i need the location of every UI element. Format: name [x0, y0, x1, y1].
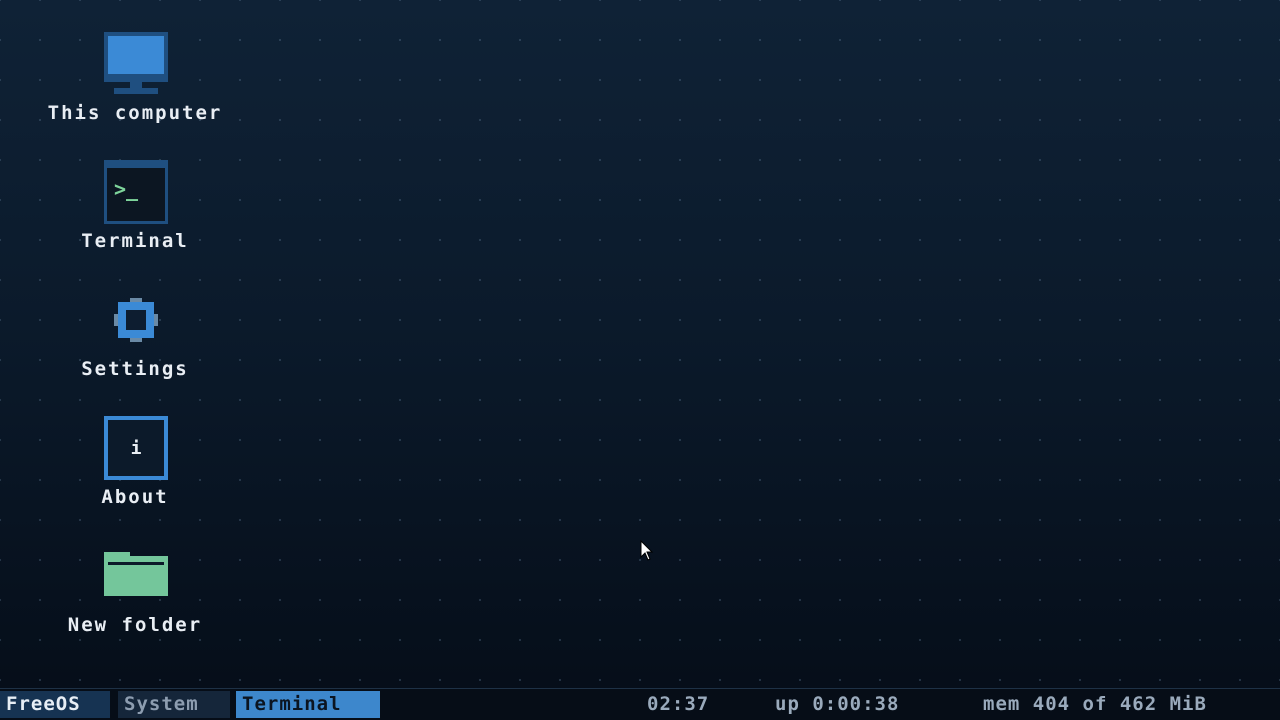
- gear-icon: [114, 298, 158, 342]
- desktop-icon-terminal[interactable]: >_ Terminal: [20, 160, 250, 270]
- monitor-icon: [104, 32, 168, 94]
- desktop-icon-label: This computer: [47, 102, 223, 124]
- desktop-icon-label: Settings: [81, 358, 189, 380]
- start-button[interactable]: FreeOS: [0, 691, 110, 718]
- mouse-cursor-icon: [640, 540, 654, 561]
- terminal-prompt-glyph: >_: [114, 177, 139, 201]
- desktop-icon-new-folder[interactable]: New folder: [20, 544, 250, 654]
- memory-readout: mem 404 of 462 MiB: [983, 693, 1207, 715]
- info-icon: i: [104, 416, 168, 480]
- desktop-icon-settings[interactable]: Settings: [20, 288, 250, 398]
- desktop-icon-label: About: [101, 486, 169, 508]
- info-glyph: i: [131, 438, 142, 459]
- taskbar-item-terminal[interactable]: Terminal: [236, 691, 380, 718]
- desktop-icon-about[interactable]: i About: [20, 416, 250, 526]
- taskbar-item-system[interactable]: System: [118, 691, 230, 718]
- terminal-icon: >_: [104, 160, 168, 224]
- uptime-readout: up 0:00:38: [775, 693, 900, 715]
- desktop-icon-label: New folder: [67, 614, 203, 636]
- desktop-icon-label: Terminal: [81, 230, 189, 252]
- desktop-icon-this-computer[interactable]: This computer: [20, 32, 250, 142]
- clock: 02:37: [647, 693, 710, 715]
- taskbar: FreeOS System Terminal 02:37 up 0:00:38 …: [0, 688, 1280, 720]
- desktop: This computer >_ Terminal Settings i Abo…: [0, 0, 1280, 688]
- folder-icon: [104, 552, 168, 596]
